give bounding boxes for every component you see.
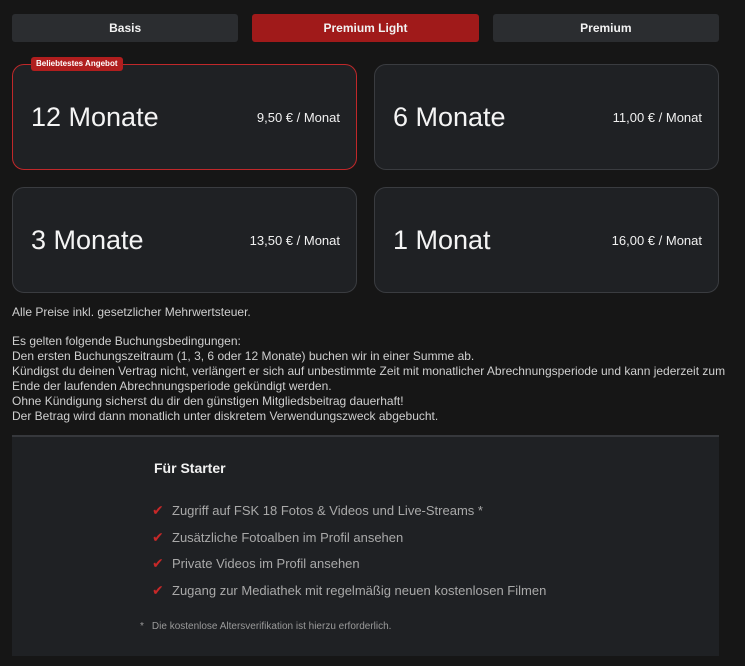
feature-label: Zusätzliche Fotoalben im Profil ansehen <box>172 529 404 545</box>
terms-line: Kündigst du deinen Vertrag nicht, verlän… <box>12 364 726 393</box>
footnote-mark: * <box>140 621 144 632</box>
feature-title: Für Starter <box>154 460 226 476</box>
plan-price: 9,50 € / Monat <box>256 109 340 125</box>
terms-heading: Es gelten folgende Buchungsbedingungen: <box>12 334 241 348</box>
popular-offer-badge: Beliebtestes Angebot <box>31 57 123 71</box>
terms-line: Ohne Kündigung sicherst du dir den günst… <box>12 394 404 408</box>
check-icon: ✔ <box>152 501 164 518</box>
booking-terms: Alle Preise inkl. gesetzlicher Mehrwerts… <box>12 305 732 424</box>
feature-item: ✔ Zusätzliche Fotoalben im Profil ansehen <box>152 524 546 551</box>
plan-card-3-months[interactable]: 3 Monate 13,50 € / Monat <box>12 187 357 293</box>
feature-item: ✔ Zugriff auf FSK 18 Fotos & Videos und L… <box>152 497 546 524</box>
feature-item: ✔ Zugang zur Mediathek mit regelmäßig neu… <box>152 577 546 604</box>
check-icon: ✔ <box>152 581 164 598</box>
plan-price: 13,50 € / Monat <box>249 232 340 248</box>
feature-label: Zugriff auf FSK 18 Fotos & Videos und Li… <box>172 502 483 518</box>
plan-duration: 6 Monate <box>393 101 506 132</box>
plan-card-12-months[interactable]: Beliebtestes Angebot 12 Monate 9,50 € / … <box>12 57 357 170</box>
plan-card-6-months[interactable]: 6 Monate 11,00 € / Monat <box>374 64 719 170</box>
plan-price: 11,00 € / Monat <box>612 109 702 125</box>
footnote-text: Die kostenlose Altersverifikation ist hi… <box>151 621 392 632</box>
tab-premium[interactable]: Premium <box>492 14 719 42</box>
feature-list: ✔ Zugriff auf FSK 18 Fotos & Videos und L… <box>152 497 546 604</box>
footnote: * Die kostenlose Altersverifikation ist h… <box>140 621 391 632</box>
terms-line: Den ersten Buchungszeitraum (1, 3, 6 ode… <box>12 349 475 363</box>
feature-label: Zugang zur Mediathek mit regelmäßig neue… <box>172 582 547 598</box>
tab-basis[interactable]: Basis <box>12 14 239 42</box>
terms-line: Der Betrag wird dann monatlich unter dis… <box>12 409 439 423</box>
feature-label: Private Videos im Profil ansehen <box>172 556 360 572</box>
plan-options: Beliebtestes Angebot 12 Monate 9,50 € / … <box>12 57 719 293</box>
tab-premium-light[interactable]: Premium Light <box>252 14 479 42</box>
plan-duration: 12 Monate <box>31 101 159 132</box>
vat-note: Alle Preise inkl. gesetzlicher Mehrwerts… <box>12 305 251 319</box>
feature-panel: Für Starter ✔ Zugriff auf FSK 18 Fotos & … <box>12 435 719 656</box>
feature-item: ✔ Private Videos im Profil ansehen <box>152 550 546 577</box>
plan-card-1-month[interactable]: 1 Monat 16,00 € / Monat <box>374 187 719 293</box>
plan-price: 16,00 € / Monat <box>611 232 702 248</box>
plan-tabs: Basis Premium Light Premium <box>12 14 719 42</box>
check-icon: ✔ <box>152 555 164 572</box>
check-icon: ✔ <box>152 528 164 545</box>
plan-duration: 3 Monate <box>31 224 144 255</box>
plan-duration: 1 Monat <box>393 224 491 255</box>
